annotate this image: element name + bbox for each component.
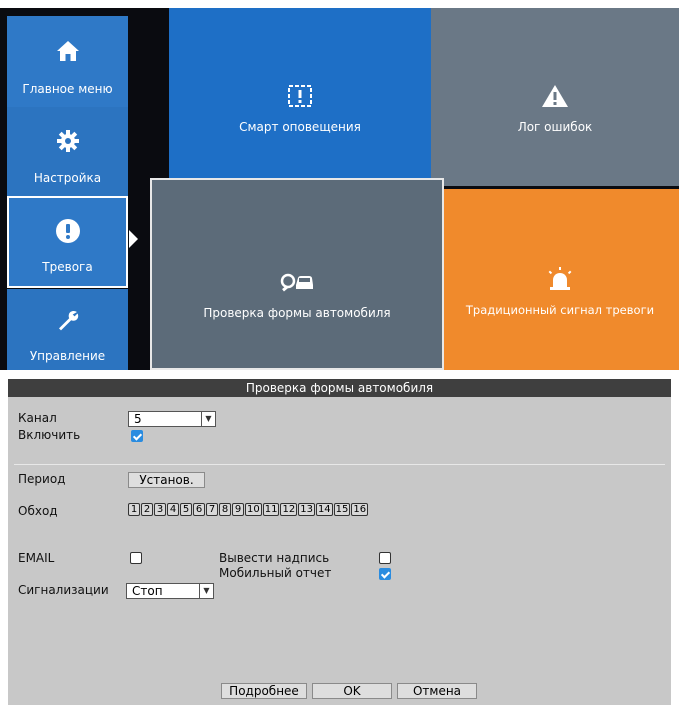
- cruise-channel-box[interactable]: 2: [141, 503, 153, 516]
- enable-label: Включить: [18, 428, 81, 442]
- cruise-channel-box[interactable]: 16: [351, 503, 369, 516]
- chevron-down-icon: ▼: [199, 584, 213, 598]
- email-checkbox[interactable]: [130, 552, 142, 564]
- siren-icon: [441, 267, 679, 291]
- sidebar-item-label: Управление: [29, 349, 106, 363]
- alarm-select[interactable]: Стоп ▼: [126, 583, 214, 599]
- sidebar-item-main-menu[interactable]: Главное меню: [7, 16, 128, 107]
- cruise-channel-box[interactable]: 5: [180, 503, 192, 516]
- enable-checkbox[interactable]: [131, 430, 143, 442]
- sidebar-item-label: Настройка: [33, 171, 102, 185]
- email-label: EMAIL: [18, 551, 55, 565]
- dialog-title: Проверка формы автомобиля: [8, 379, 671, 397]
- cruise-channel-box[interactable]: 10: [245, 503, 262, 516]
- alarm-label: Сигнализации: [18, 583, 109, 597]
- tile-error-log[interactable]: Лог ошибок: [431, 8, 679, 186]
- cruise-channel-box[interactable]: 8: [219, 503, 231, 516]
- sidebar-item-label: Тревога: [42, 260, 93, 274]
- tile-label: Проверка формы автомобиля: [203, 306, 391, 320]
- cruise-channel-box[interactable]: 14: [315, 503, 333, 516]
- tile-classic-alarm[interactable]: Традиционный сигнал тревоги: [441, 189, 679, 370]
- warning-triangle-icon: [431, 84, 679, 108]
- car-shape-check-dialog: Проверка формы автомобиля Канал 5 ▼ Вклю…: [8, 379, 671, 705]
- cruise-channel-box[interactable]: 13: [298, 503, 315, 516]
- wrench-icon: [7, 309, 128, 333]
- mobile-report-checkbox[interactable]: [379, 568, 391, 580]
- sidebar-item-settings[interactable]: Настройка: [7, 107, 128, 196]
- gear-icon: [7, 129, 128, 153]
- cruise-label: Обход: [18, 504, 58, 518]
- cancel-button[interactable]: Отмена: [397, 683, 477, 699]
- tile-label: Смарт оповещения: [239, 120, 361, 134]
- channel-value: 5: [134, 412, 142, 426]
- selection-arrow: [129, 230, 138, 248]
- sidebar-item-alarm[interactable]: Тревога: [7, 196, 128, 288]
- cruise-channel-box[interactable]: 4: [167, 503, 179, 516]
- home-icon: [7, 40, 128, 62]
- section-divider: [14, 464, 665, 465]
- cruise-channel-list: 1 2 3 4 5 6 7 8 9 10 11 12 13 14 15 16: [128, 503, 369, 516]
- cruise-channel-box[interactable]: 1: [128, 503, 140, 516]
- cruise-channel-box[interactable]: 6: [193, 503, 205, 516]
- period-set-button[interactable]: Установ.: [128, 472, 205, 488]
- details-button[interactable]: Подробнее: [221, 683, 307, 699]
- channel-label: Канал: [18, 411, 57, 425]
- cruise-channel-box[interactable]: 7: [206, 503, 218, 516]
- smart-alert-icon: [169, 84, 431, 108]
- show-text-label: Вывести надпись: [219, 551, 330, 565]
- tile-smart-alerts[interactable]: Смарт оповещения: [169, 8, 431, 183]
- alert-icon: [9, 218, 126, 244]
- period-label: Период: [18, 472, 66, 486]
- cruise-channel-box[interactable]: 9: [232, 503, 244, 516]
- tile-label: Лог ошибок: [517, 120, 593, 134]
- cruise-channel-box[interactable]: 12: [280, 503, 298, 516]
- chevron-down-icon: ▼: [201, 412, 215, 426]
- main-menu-screen: Главное меню Настройка Тревога Управлени…: [0, 8, 679, 370]
- channel-select[interactable]: 5 ▼: [128, 411, 216, 427]
- cruise-channel-box[interactable]: 3: [154, 503, 166, 516]
- alarm-value: Стоп: [132, 584, 163, 598]
- tile-label: Традиционный сигнал тревоги: [465, 303, 655, 317]
- sidebar-item-management[interactable]: Управление: [7, 289, 128, 370]
- ok-button[interactable]: OK: [312, 683, 392, 699]
- tile-car-shape-check[interactable]: Проверка формы автомобиля: [150, 178, 444, 370]
- car-search-icon: [152, 272, 442, 292]
- cruise-channel-box[interactable]: 11: [262, 503, 280, 516]
- sidebar-item-label: Главное меню: [22, 82, 113, 96]
- cruise-channel-box[interactable]: 15: [333, 503, 351, 516]
- mobile-report-label: Мобильный отчет: [219, 566, 332, 580]
- show-text-checkbox[interactable]: [379, 552, 391, 564]
